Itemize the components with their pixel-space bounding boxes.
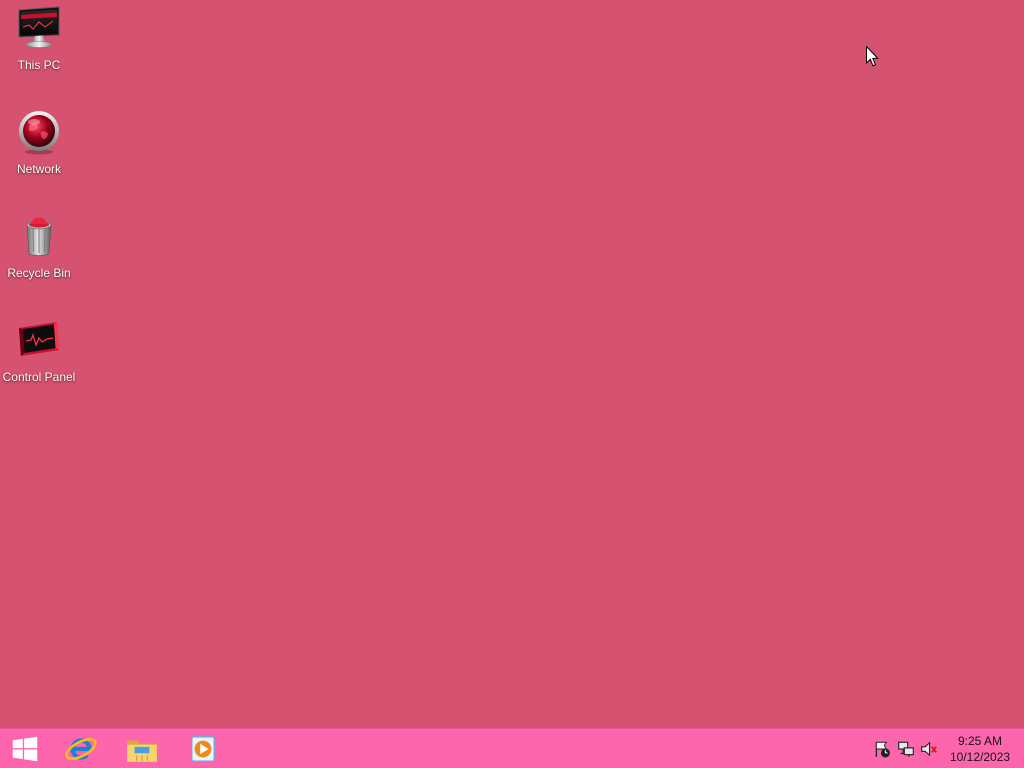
taskbar-file-explorer[interactable] [117, 729, 167, 768]
taskbar-internet-explorer[interactable] [56, 729, 106, 768]
network-status-button[interactable] [895, 729, 917, 768]
action-center-button[interactable] [871, 729, 893, 768]
desktop[interactable]: This PC Network Recycle Bin Control Pane… [0, 0, 1024, 768]
start-button[interactable] [0, 729, 50, 768]
clock-time: 9:25 AM [957, 734, 1003, 748]
desktop-icon-recycle-bin[interactable]: Recycle Bin [0, 212, 78, 288]
desktop-icon-label: This PC [17, 58, 61, 72]
network-icon [15, 108, 63, 156]
desktop-icon-network[interactable]: Network [0, 108, 78, 184]
mouse-pointer-icon [866, 45, 879, 67]
network-status-icon [898, 741, 914, 757]
desktop-icon-control-panel[interactable]: Control Panel [0, 316, 78, 392]
windows-logo-icon [12, 736, 38, 761]
recycle-bin-icon [15, 212, 63, 260]
file-explorer-icon [127, 740, 157, 762]
desktop-icon-label: Network [16, 162, 61, 176]
taskbar: 9:25 AM 10/12/2023 [0, 728, 1024, 768]
desktop-icon-label: Recycle Bin [7, 266, 71, 280]
clock-date: 10/12/2023 [949, 750, 1011, 764]
this-pc-icon [15, 4, 63, 52]
volume-button[interactable] [918, 729, 940, 768]
clock[interactable]: 9:25 AM 10/12/2023 [944, 731, 1016, 767]
control-panel-icon [15, 316, 63, 364]
action-center-icon [875, 741, 890, 757]
volume-muted-icon [921, 741, 938, 756]
taskbar-windows-media-player[interactable] [178, 729, 228, 768]
desktop-icon-label: Control Panel [2, 370, 76, 384]
windows-media-player-icon [191, 735, 215, 762]
desktop-icon-this-pc[interactable]: This PC [0, 4, 78, 80]
internet-explorer-icon [65, 737, 97, 760]
